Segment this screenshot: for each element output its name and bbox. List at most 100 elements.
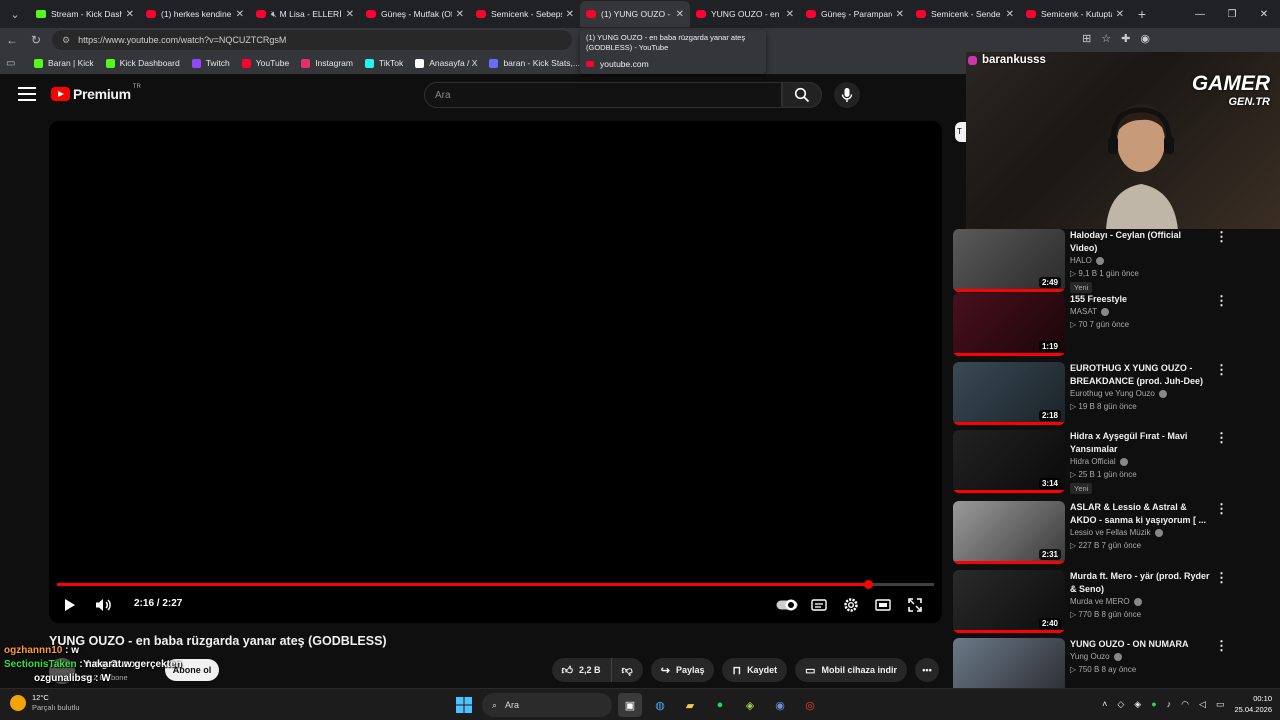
clock[interactable]: 00:10 25.04.2026 <box>1234 693 1272 715</box>
recommendation-channel[interactable]: Yung Ouzo <box>1070 652 1124 661</box>
bookmark-item[interactable]: Twitch <box>191 58 230 68</box>
browser-tab[interactable]: Semicenk - Sebepsiz ✕ <box>470 1 580 27</box>
recommendation-channel[interactable]: Murda ve MERO <box>1070 597 1144 606</box>
miniplayer-button[interactable] <box>873 595 893 615</box>
bookmark-item[interactable]: TikTok <box>364 58 403 68</box>
close-tab-icon[interactable]: ✕ <box>1006 9 1014 20</box>
browser-tab[interactable]: Güneş - Mutfak (Offi ✕ <box>360 1 470 27</box>
bookmark-item[interactable]: Baran | Kick <box>34 58 94 68</box>
autoplay-toggle[interactable] <box>776 595 798 615</box>
close-tab-icon[interactable]: ✕ <box>786 9 794 20</box>
close-tab-icon[interactable]: ✕ <box>1116 9 1124 20</box>
more-vertical-icon[interactable]: ⋮ <box>1215 501 1228 517</box>
video-thumbnail[interactable]: 2:40 <box>953 570 1065 633</box>
bookmark-item[interactable]: Instagram <box>301 58 353 68</box>
task-view-icon[interactable]: ▣ <box>618 693 642 717</box>
save-button[interactable]: ⊓ Kaydet <box>722 658 788 682</box>
recommendation-title[interactable]: Murda ft. Mero - yär (prod. Ryder & Seno… <box>1070 570 1210 596</box>
url-field[interactable]: ⚙ https://www.youtube.com/watch?v=NQCUZT… <box>52 30 572 50</box>
new-tab-button[interactable]: + <box>1130 6 1154 22</box>
chrome-icon[interactable]: ◎ <box>798 693 822 717</box>
minimize-icon[interactable]: — <box>1184 0 1216 28</box>
browser-tab[interactable]: (1) YUNG OUZO - en ✕ <box>580 1 690 27</box>
recommendation-title[interactable]: ASLAR & Lessio & Astral & AKDO - sanma k… <box>1070 501 1210 527</box>
back-icon[interactable]: ← <box>0 33 24 47</box>
recommendation-item[interactable]: 2:31 ASLAR & Lessio & Astral & AKDO - san… <box>953 501 1273 565</box>
more-vertical-icon[interactable]: ⋮ <box>1215 293 1228 309</box>
voice-search-button[interactable] <box>834 82 860 108</box>
close-tab-icon[interactable]: ✕ <box>566 9 574 20</box>
browser-tab[interactable]: 🔇︎M Lisa - ELLERİNE ✕ <box>250 1 360 27</box>
apps-icon[interactable]: ⊞ <box>1082 32 1091 45</box>
tab-search-icon[interactable]: ⌄ <box>4 3 26 25</box>
browser-tab[interactable]: YUNG OUZO - en baba ✕ <box>690 1 800 27</box>
dislike-button[interactable]: 👎︎ <box>610 658 643 682</box>
recommendation-item[interactable]: 3:14 Hidra x Ayşegül Fırat - Mavi Yansıma… <box>953 430 1273 494</box>
recommendation-item[interactable]: 1:19 155 Freestyle MASAT ▷ 70 7 gün önce ⋮ <box>953 293 1273 357</box>
settings-button[interactable] <box>841 595 861 615</box>
recommendation-item[interactable]: 2:18 EUROTHUG X YUNG OUZO - BREAKDANCE (p… <box>953 362 1273 426</box>
file-explorer-icon[interactable]: ▰ <box>678 693 702 717</box>
bookmark-star-icon[interactable]: ☆ <box>1101 32 1111 45</box>
site-info-icon[interactable]: ⚙ <box>62 35 70 46</box>
bookmark-item[interactable]: Anasayfa / X <box>415 58 477 68</box>
profile-icon[interactable]: ◉ <box>1140 32 1150 45</box>
weather-widget[interactable]: 12°C Parçalı bulutlu <box>32 693 80 713</box>
recommendation-channel[interactable]: Lessio ve Fellas Müzik <box>1070 528 1165 537</box>
more-vertical-icon[interactable]: ⋮ <box>1215 430 1228 446</box>
close-tab-icon[interactable]: ✕ <box>236 9 244 20</box>
browser-tab[interactable]: Semicenk - Kutupta ✕ <box>1020 1 1130 27</box>
close-tab-icon[interactable]: ✕ <box>676 9 684 20</box>
tray-app-icon-2[interactable]: ◈ <box>1134 699 1141 710</box>
subtitles-button[interactable] <box>809 595 829 615</box>
progress-bar[interactable] <box>57 580 934 589</box>
browser-tab[interactable]: (1) herkes kendine yaşa ✕ <box>140 1 250 27</box>
network-icon[interactable]: ◠ <box>1181 699 1189 710</box>
speaker-icon[interactable]: ◁ <box>1199 699 1206 710</box>
youtube-premium-logo[interactable]: Premium TR <box>51 84 141 102</box>
more-actions-button[interactable]: ••• <box>915 658 939 682</box>
browser-tab[interactable]: Semicenk - Sende Ka ✕ <box>910 1 1020 27</box>
recommendation-channel[interactable]: MASAT <box>1070 307 1111 316</box>
bookmark-item[interactable]: Kick Dashboard <box>105 58 180 68</box>
muted-speaker-icon[interactable]: 🔇︎ <box>271 9 277 20</box>
menu-icon[interactable] <box>18 87 36 101</box>
close-tab-icon[interactable]: ✕ <box>346 9 354 20</box>
discord-icon[interactable]: ◉ <box>768 693 792 717</box>
bookmark-item[interactable]: baran - Kick Stats,... <box>489 58 580 68</box>
search-button[interactable] <box>782 82 822 108</box>
weather-icon[interactable] <box>10 695 26 711</box>
battery-icon[interactable]: ▭ <box>1216 699 1225 710</box>
recommendation-channel[interactable]: HALO <box>1070 256 1106 265</box>
tray-chevron-icon[interactable]: ˄ <box>1102 699 1107 709</box>
more-vertical-icon[interactable]: ⋮ <box>1215 229 1228 245</box>
video-thumbnail[interactable]: 2:49 <box>953 229 1065 292</box>
recommendation-channel[interactable]: Hidra Official <box>1070 457 1130 466</box>
tray-app-icon[interactable]: ◇ <box>1117 699 1124 710</box>
video-thumbnail[interactable]: 1:19 <box>953 293 1065 356</box>
recommendation-title[interactable]: Hidra x Ayşegül Fırat - Mavi Yansımalar <box>1070 430 1210 456</box>
windows-start-icon[interactable] <box>452 693 476 717</box>
recommendation-item[interactable]: YUNG OUZO - ON NUMARA Yung Ouzo ▷ 750 B 8… <box>953 638 1273 688</box>
fullscreen-button[interactable] <box>905 595 925 615</box>
obs-icon[interactable]: ◈ <box>738 693 762 717</box>
bookmark-item[interactable]: YouTube <box>241 58 289 68</box>
recommendation-title[interactable]: 155 Freestyle <box>1070 293 1210 306</box>
recommendation-title[interactable]: EUROTHUG X YUNG OUZO - BREAKDANCE (prod.… <box>1070 362 1210 388</box>
close-window-icon[interactable]: ✕ <box>1248 0 1280 28</box>
close-tab-icon[interactable]: ✕ <box>456 9 464 20</box>
play-button[interactable] <box>60 595 80 615</box>
close-tab-icon[interactable]: ✕ <box>126 9 134 20</box>
extensions-icon[interactable]: ✚ <box>1121 32 1130 45</box>
video-player[interactable]: 2:16 / 2:27 <box>49 121 942 623</box>
like-button[interactable]: 👍︎ 2,2 B <box>552 658 611 682</box>
more-vertical-icon[interactable]: ⋮ <box>1215 362 1228 378</box>
browser-tab[interactable]: Stream - Kick Dashbo ✕ <box>30 1 140 27</box>
search-input[interactable]: Ara <box>424 82 782 108</box>
restore-icon[interactable]: ❐ <box>1216 0 1248 28</box>
more-vertical-icon[interactable]: ⋮ <box>1215 638 1228 654</box>
spotify-icon[interactable]: ● <box>708 693 732 717</box>
volume-button[interactable] <box>94 595 114 615</box>
download-button[interactable]: ▭ Mobil cihaza indir <box>795 658 907 682</box>
tray-status-icon[interactable]: ● <box>1151 699 1156 709</box>
